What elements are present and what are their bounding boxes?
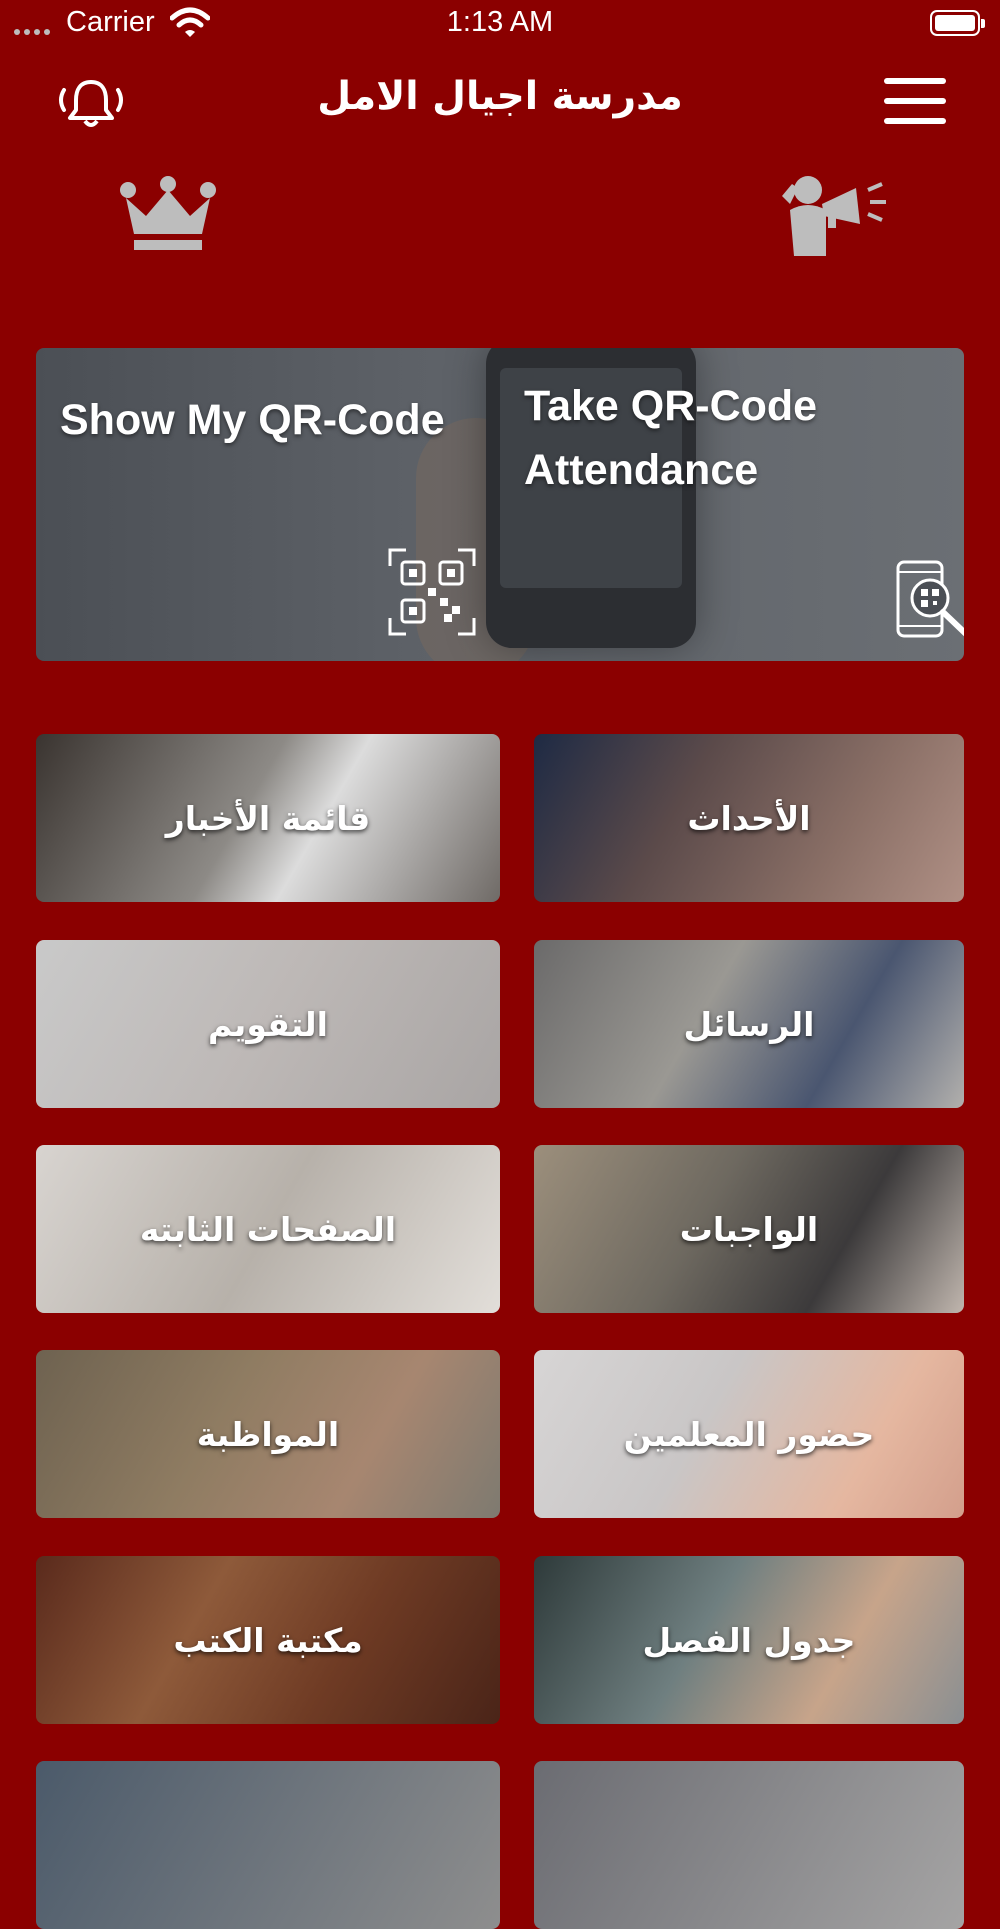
status-bar: Carrier 1:13 AM [0, 0, 1000, 50]
tile-label: الأحداث [687, 798, 811, 838]
attendance-tile[interactable]: المواظبة [36, 1350, 500, 1518]
tile-label: حضور المعلمين [623, 1414, 875, 1454]
crown-icon[interactable] [118, 176, 218, 252]
page-title: مدرسة اجيال الامل [317, 74, 683, 119]
book-library-tile[interactable]: مكتبة الكتب [36, 1556, 500, 1724]
calendar-tile[interactable]: التقويم [36, 940, 500, 1108]
phone-qr-scan-icon [896, 560, 964, 638]
tile-label: مكتبة الكتب [173, 1620, 363, 1660]
tile-label: المواظبة [196, 1414, 340, 1454]
news-list-tile[interactable]: قائمة الأخبار [36, 734, 500, 902]
show-qr-code-button[interactable]: Show My QR-Code [36, 348, 500, 661]
messages-tile[interactable]: الرسائل [534, 940, 964, 1108]
tile-label: الصفحات الثابته [139, 1209, 397, 1249]
announcement-icon[interactable] [778, 174, 890, 256]
partial-tile[interactable] [36, 1761, 500, 1929]
tile-label: جدول الفصل [642, 1620, 856, 1660]
tile-label [534, 1761, 964, 1929]
tile-label: التقويم [208, 1004, 328, 1044]
take-qr-attendance-label: Take QR-Code Attendance [524, 382, 818, 494]
battery-icon [930, 10, 985, 36]
static-pages-tile[interactable]: الصفحات الثابته [36, 1145, 500, 1313]
events-tile[interactable]: الأحداث [534, 734, 964, 902]
show-qr-code-label: Show My QR-Code [60, 396, 445, 444]
tile-label: الرسائل [683, 1004, 815, 1044]
teachers-attendance-tile[interactable]: حضور المعلمين [534, 1350, 964, 1518]
partial-tile[interactable] [534, 1761, 964, 1929]
tile-label [36, 1761, 500, 1929]
tile-label: قائمة الأخبار [165, 798, 371, 838]
hamburger-menu-icon[interactable] [884, 78, 946, 124]
qr-code-icon [388, 548, 476, 636]
clock: 1:13 AM [446, 6, 554, 38]
tile-label: الواجبات [679, 1209, 819, 1249]
class-schedule-tile[interactable]: جدول الفصل [534, 1556, 964, 1724]
qr-banner: Show My QR-Code Take QR-Code Attendance [36, 348, 964, 661]
homework-tile[interactable]: الواجبات [534, 1145, 964, 1313]
take-qr-attendance-button[interactable]: Take QR-Code Attendance [500, 348, 964, 661]
